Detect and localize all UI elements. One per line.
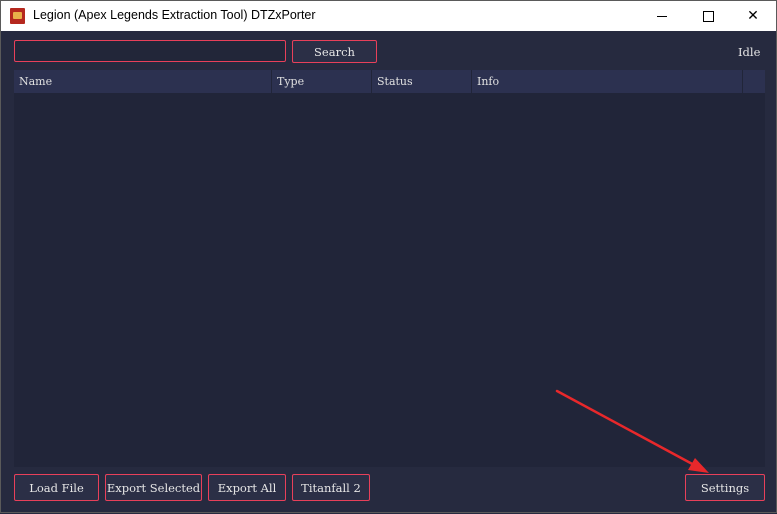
titanfall-2-button[interactable]: Titanfall 2 — [292, 474, 370, 501]
status-label: Idle — [738, 45, 761, 59]
column-header-name[interactable]: Name — [14, 70, 272, 93]
close-button[interactable]: ✕ — [730, 1, 776, 31]
maximize-icon — [702, 10, 714, 22]
minimize-icon — [657, 15, 667, 17]
column-header-info[interactable]: Info — [472, 70, 743, 93]
maximize-button[interactable] — [685, 1, 731, 31]
table-header: Name Type Status Info — [14, 70, 765, 93]
minimize-button[interactable] — [639, 1, 685, 31]
title-bar: Legion (Apex Legends Extraction Tool) DT… — [1, 1, 776, 31]
export-all-button[interactable]: Export All — [208, 474, 286, 501]
close-icon: ✕ — [747, 8, 759, 24]
asset-table[interactable]: Name Type Status Info — [14, 70, 765, 467]
window-title: Legion (Apex Legends Extraction Tool) DT… — [33, 8, 316, 22]
app-logo-icon — [10, 8, 25, 24]
search-button[interactable]: Search — [292, 40, 377, 63]
search-input[interactable] — [14, 40, 286, 62]
column-header-status[interactable]: Status — [372, 70, 472, 93]
column-header-filler — [743, 70, 765, 93]
load-file-button[interactable]: Load File — [14, 474, 99, 501]
app-window: Legion (Apex Legends Extraction Tool) DT… — [0, 0, 777, 513]
export-selected-button[interactable]: Export Selected — [105, 474, 202, 501]
column-header-type[interactable]: Type — [272, 70, 372, 93]
settings-button[interactable]: Settings — [685, 474, 765, 501]
